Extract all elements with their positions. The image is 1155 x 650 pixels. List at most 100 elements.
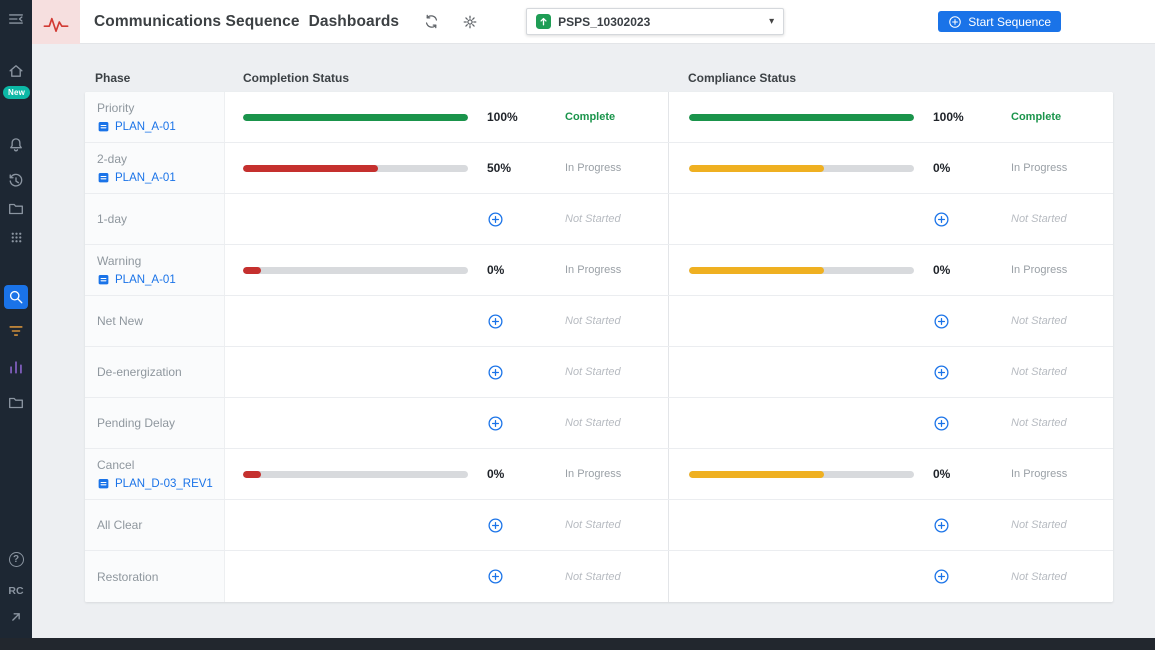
table-column-headers: Phase Completion Status Compliance Statu… bbox=[85, 71, 1113, 85]
phase-cell: All Clear bbox=[85, 500, 225, 550]
status-label: In Progress bbox=[1011, 162, 1067, 174]
add-plan-icon[interactable] bbox=[487, 313, 504, 330]
progress-fill bbox=[243, 165, 378, 172]
add-plan-icon[interactable] bbox=[933, 568, 950, 585]
phase-label: All Clear bbox=[97, 518, 218, 532]
status-label: Not Started bbox=[565, 213, 621, 225]
page-title-secondary: Dashboards bbox=[309, 13, 400, 31]
phase-cell: De-energization bbox=[85, 347, 225, 397]
new-badge[interactable]: New bbox=[3, 86, 30, 99]
add-plan-icon[interactable] bbox=[487, 517, 504, 534]
completion-cell: Not Started bbox=[225, 398, 668, 448]
notifications-bell-icon[interactable] bbox=[7, 136, 25, 154]
sequence-dropdown[interactable]: PSPS_10302023 ▾ bbox=[526, 8, 784, 35]
status-label: Not Started bbox=[565, 571, 621, 583]
status-label: Not Started bbox=[565, 417, 621, 429]
plan-link[interactable]: PLAN_D-03_REV1 bbox=[97, 477, 218, 490]
bar-area bbox=[243, 267, 468, 274]
status-label: Not Started bbox=[1011, 417, 1067, 429]
completion-cell: 100%Complete bbox=[225, 92, 668, 142]
table-row: All ClearNot StartedNot Started bbox=[85, 500, 1113, 551]
status-label: In Progress bbox=[1011, 468, 1067, 480]
table-row: CancelPLAN_D-03_REV10%In Progress0%In Pr… bbox=[85, 449, 1113, 500]
home-icon[interactable] bbox=[7, 62, 25, 80]
percent-label: 100% bbox=[468, 110, 565, 124]
percent-label: 0% bbox=[914, 263, 1011, 277]
add-plan-icon[interactable] bbox=[487, 415, 504, 432]
folder-2-icon[interactable] bbox=[7, 394, 25, 412]
sequence-dropdown-value: PSPS_10302023 bbox=[558, 15, 650, 29]
plan-name: PLAN_A-01 bbox=[115, 172, 176, 184]
sequence-icon bbox=[536, 14, 551, 29]
compliance-cell: Not Started bbox=[668, 398, 1113, 448]
user-initials[interactable]: RC bbox=[7, 582, 25, 600]
filter-icon[interactable] bbox=[7, 322, 25, 340]
progress-fill bbox=[689, 165, 824, 172]
add-plan-icon[interactable] bbox=[487, 364, 504, 381]
phase-label: 1-day bbox=[97, 212, 218, 226]
window-bottom-edge bbox=[0, 638, 1155, 650]
bar-area bbox=[689, 114, 914, 121]
add-plan-icon[interactable] bbox=[933, 517, 950, 534]
plan-link[interactable]: PLAN_A-01 bbox=[97, 171, 218, 184]
phase-label: Restoration bbox=[97, 570, 218, 584]
refresh-icon[interactable] bbox=[423, 13, 440, 30]
table-row: WarningPLAN_A-010%In Progress0%In Progre… bbox=[85, 245, 1113, 296]
plan-link[interactable]: PLAN_A-01 bbox=[97, 273, 218, 286]
add-plan-icon[interactable] bbox=[933, 313, 950, 330]
add-plan-icon[interactable] bbox=[487, 568, 504, 585]
bar-area bbox=[689, 165, 914, 172]
plan-name: PLAN_A-01 bbox=[115, 121, 176, 133]
progress-track bbox=[243, 114, 468, 121]
progress-fill bbox=[243, 267, 261, 274]
status-label: Not Started bbox=[1011, 315, 1067, 327]
column-header-completion: Completion Status bbox=[225, 71, 668, 85]
history-icon[interactable] bbox=[7, 172, 25, 190]
start-sequence-label: Start Sequence bbox=[968, 15, 1051, 29]
phase-cell: 2-day PLAN_A-01 bbox=[85, 143, 225, 193]
phase-label: Priority bbox=[97, 101, 218, 115]
progress-fill bbox=[243, 471, 261, 478]
bar-area bbox=[243, 471, 468, 478]
add-plan-icon[interactable] bbox=[933, 415, 950, 432]
progress-track bbox=[243, 267, 468, 274]
phase-cell: CancelPLAN_D-03_REV1 bbox=[85, 449, 225, 499]
completion-cell: Not Started bbox=[225, 194, 668, 244]
add-plan-icon[interactable] bbox=[933, 211, 950, 228]
phase-label: Pending Delay bbox=[97, 416, 218, 430]
table-row: Net NewNot StartedNot Started bbox=[85, 296, 1113, 347]
completion-cell: Not Started bbox=[225, 500, 668, 550]
status-label: In Progress bbox=[565, 468, 621, 480]
sidebar: New ? RC bbox=[0, 0, 32, 650]
start-sequence-button[interactable]: Start Sequence bbox=[938, 11, 1061, 32]
plan-doc-icon bbox=[97, 477, 110, 490]
add-plan-icon[interactable] bbox=[487, 211, 504, 228]
phase-cell: Net New bbox=[85, 296, 225, 346]
folder-icon[interactable] bbox=[7, 200, 25, 218]
status-label: In Progress bbox=[1011, 264, 1067, 276]
percent-label: 100% bbox=[914, 110, 1011, 124]
compliance-cell: 0%In Progress bbox=[668, 449, 1113, 499]
plan-link[interactable]: PLAN_A-01 bbox=[97, 120, 218, 133]
phase-table: PriorityPLAN_A-01100%Complete100%Complet… bbox=[85, 92, 1113, 602]
progress-fill bbox=[243, 114, 468, 121]
phase-label: 2-day bbox=[97, 152, 218, 166]
external-link-icon[interactable] bbox=[7, 608, 25, 626]
table-row: 2-dayPLAN_A-0150%In Progress0%In Progres… bbox=[85, 143, 1113, 194]
search-icon[interactable] bbox=[4, 285, 28, 309]
phase-label: De-energization bbox=[97, 365, 218, 379]
completion-cell: Not Started bbox=[225, 347, 668, 397]
help-icon[interactable]: ? bbox=[7, 550, 25, 568]
apps-grid-icon[interactable] bbox=[7, 228, 25, 246]
settings-gear-icon[interactable] bbox=[462, 14, 478, 30]
completion-cell: Not Started bbox=[225, 551, 668, 602]
status-label: Not Started bbox=[1011, 213, 1067, 225]
table-row: RestorationNot StartedNot Started bbox=[85, 551, 1113, 602]
bar-chart-icon[interactable] bbox=[7, 358, 25, 376]
bar-area bbox=[689, 267, 914, 274]
phase-cell: WarningPLAN_A-01 bbox=[85, 245, 225, 295]
table-row: 1-day Not Started Not Started bbox=[85, 194, 1113, 245]
collapse-menu-icon[interactable] bbox=[7, 10, 25, 28]
add-plan-icon[interactable] bbox=[933, 364, 950, 381]
plan-name: PLAN_A-01 bbox=[115, 274, 176, 286]
